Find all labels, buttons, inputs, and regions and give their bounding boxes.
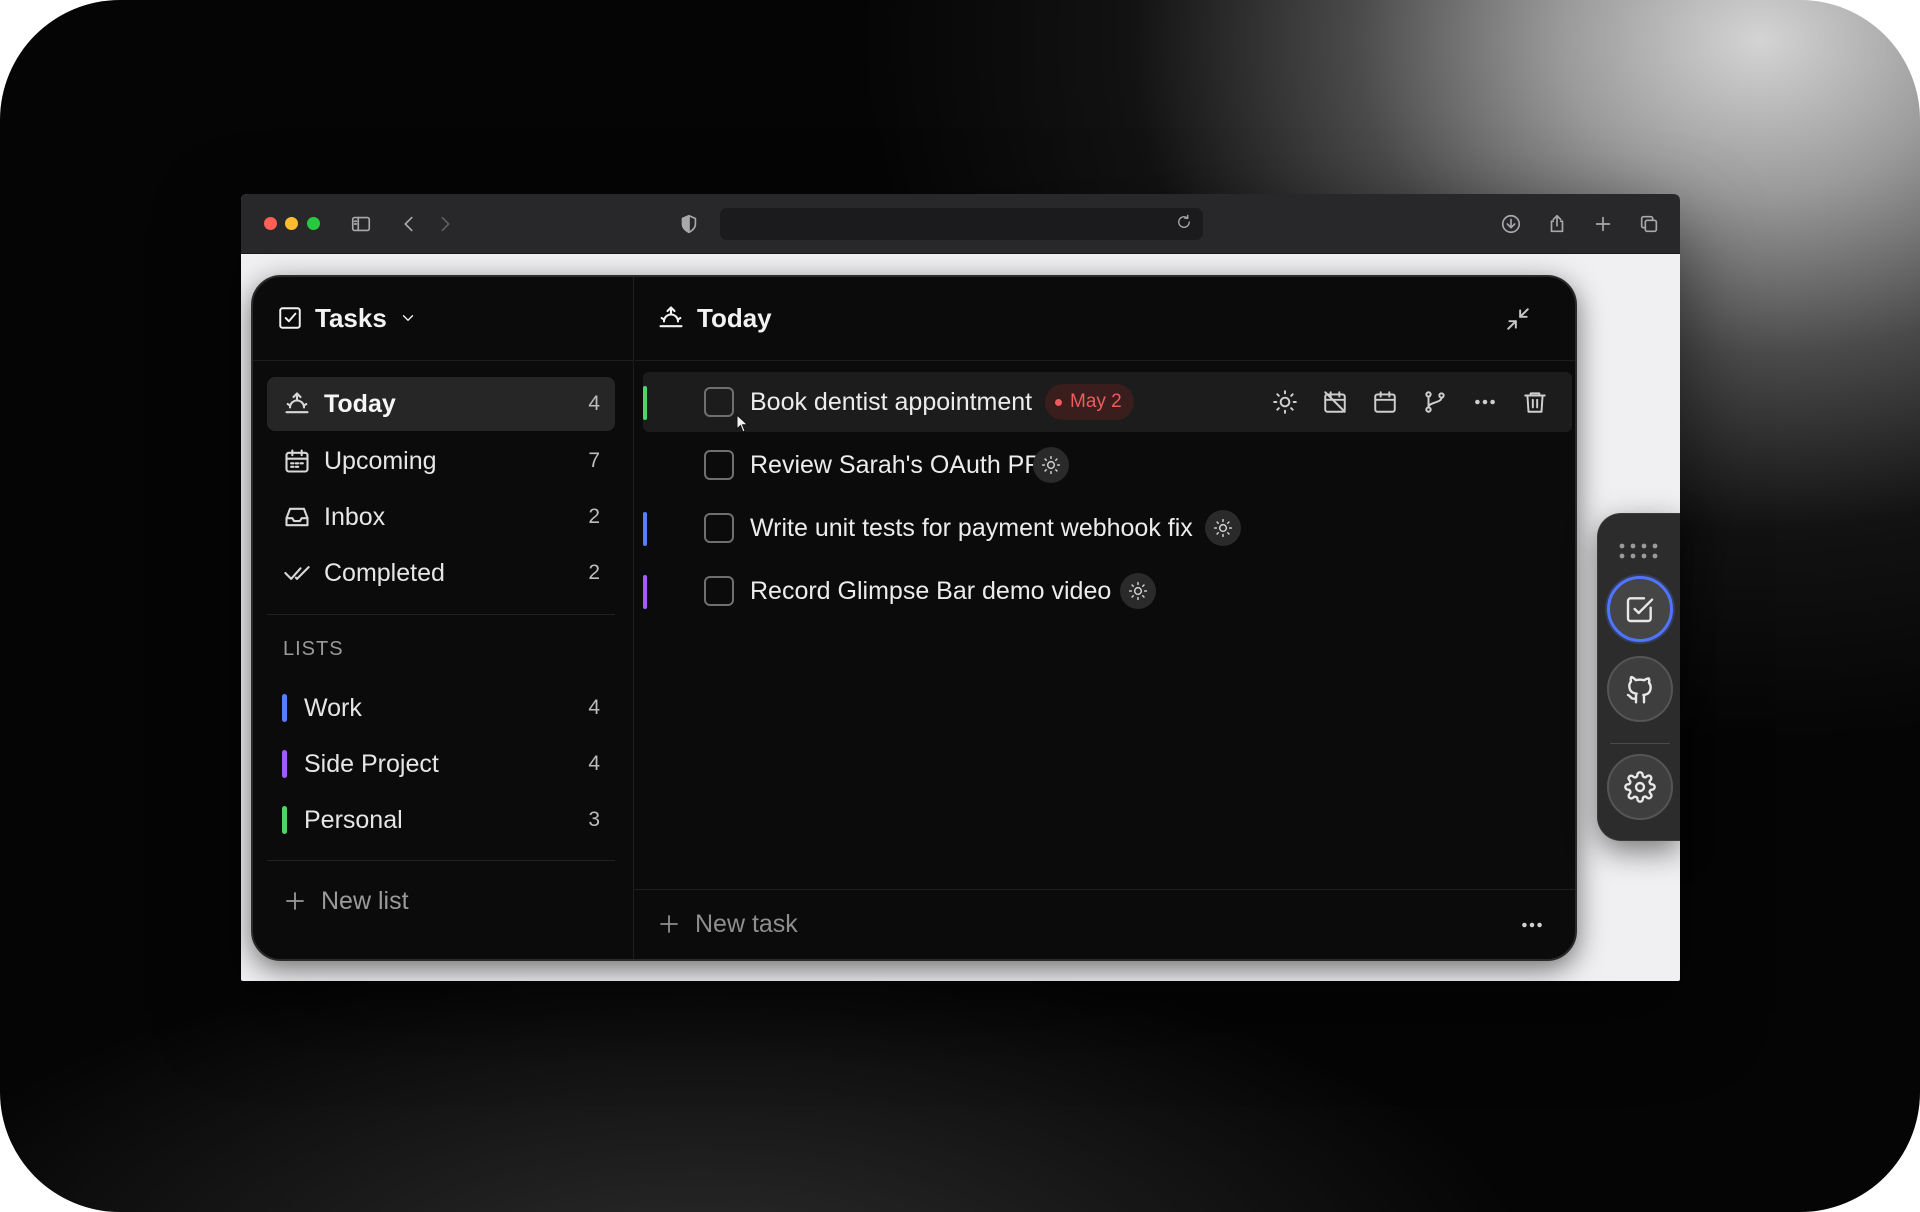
main-header: Today	[635, 277, 1575, 361]
back-icon[interactable]	[395, 210, 423, 238]
list-item-work[interactable]: Work 4	[267, 682, 615, 734]
due-dot	[1055, 398, 1062, 406]
today-badge[interactable]	[1205, 510, 1241, 546]
new-tab-icon[interactable]	[1589, 210, 1617, 238]
git-branch-icon[interactable]	[1420, 387, 1450, 417]
task-row[interactable]: Write unit tests for payment webhook fix	[643, 498, 1573, 558]
task-title[interactable]: Review Sarah's OAuth PR	[750, 451, 1042, 480]
new-task-input[interactable]: New task	[657, 906, 798, 942]
plus-icon	[657, 912, 681, 936]
mouse-cursor-icon	[736, 414, 749, 433]
task-checkbox[interactable]	[704, 387, 734, 417]
task-row[interactable]: Review Sarah's OAuth PR	[643, 435, 1573, 495]
task-title[interactable]: Record Glimpse Bar demo video	[750, 577, 1111, 606]
checkbox-icon	[1624, 593, 1656, 625]
downloads-icon[interactable]	[1497, 210, 1525, 238]
main-panel: Today Book dentist appointment May 2 Rev…	[635, 277, 1575, 959]
privacy-shield-icon[interactable]	[675, 210, 703, 238]
trash-icon[interactable]	[1520, 387, 1550, 417]
github-app-button[interactable]	[1607, 656, 1673, 722]
glimpse-divider	[1610, 743, 1670, 744]
due-date-badge[interactable]: May 2	[1045, 384, 1134, 420]
forward-icon[interactable]	[431, 210, 459, 238]
task-title[interactable]: Book dentist appointment	[750, 388, 1032, 417]
chevron-down-icon	[399, 309, 417, 327]
list-color-bar	[282, 806, 287, 834]
new-list-button[interactable]: New list	[283, 883, 409, 919]
collapse-icon[interactable]	[1503, 304, 1533, 334]
zoom-window-button[interactable]	[307, 217, 320, 230]
nav-item-today[interactable]: Today 4	[267, 377, 615, 431]
list-color-bar	[282, 750, 287, 778]
task-checkbox[interactable]	[704, 576, 734, 606]
double-check-icon	[282, 558, 312, 588]
task-actions	[1270, 386, 1550, 418]
nav-item-completed[interactable]: Completed 2	[267, 546, 615, 600]
sidebar-divider	[267, 860, 615, 861]
sun-icon	[1128, 581, 1148, 601]
task-list-accent	[643, 386, 647, 420]
minimize-window-button[interactable]	[285, 217, 298, 230]
list-item-personal[interactable]: Personal 3	[267, 794, 615, 846]
calendar-icon[interactable]	[1370, 387, 1400, 417]
reload-icon[interactable]	[1175, 213, 1197, 235]
sun-icon	[1041, 455, 1061, 475]
gear-icon	[1624, 771, 1656, 803]
browser-window: Tasks Today 4 Upcoming 7 Inbox 2 Complet…	[241, 194, 1680, 981]
today-badge[interactable]	[1120, 573, 1156, 609]
list-item-side-project[interactable]: Side Project 4	[267, 738, 615, 790]
share-icon[interactable]	[1543, 210, 1571, 238]
more-icon[interactable]	[1517, 910, 1547, 940]
sunrise-icon	[657, 304, 685, 332]
calendar-icon	[282, 446, 312, 476]
github-icon	[1624, 673, 1656, 705]
app-title: Tasks	[315, 302, 387, 333]
glimpse-bar	[1597, 513, 1680, 841]
sun-icon[interactable]	[1270, 387, 1300, 417]
inbox-icon	[282, 502, 312, 532]
sidebar-header: Tasks	[253, 277, 633, 361]
checkbox-icon	[277, 305, 303, 331]
sun-icon	[1213, 518, 1233, 538]
task-title[interactable]: Write unit tests for payment webhook fix	[750, 514, 1193, 543]
browser-toolbar	[241, 194, 1680, 254]
sidebar-toggle-icon[interactable]	[347, 210, 375, 238]
calendar-off-icon[interactable]	[1320, 387, 1350, 417]
sidebar: Tasks Today 4 Upcoming 7 Inbox 2 Complet…	[253, 277, 634, 959]
task-checkbox[interactable]	[704, 450, 734, 480]
task-list-accent	[643, 512, 647, 546]
more-icon[interactable]	[1470, 387, 1500, 417]
address-bar[interactable]	[720, 208, 1203, 240]
tab-overview-icon[interactable]	[1635, 210, 1663, 238]
app-switcher[interactable]: Tasks	[277, 302, 417, 334]
task-checkbox[interactable]	[704, 513, 734, 543]
sunrise-icon	[282, 389, 312, 419]
plus-icon	[283, 889, 307, 913]
settings-button[interactable]	[1607, 754, 1673, 820]
task-list-accent	[643, 575, 647, 609]
main-footer: New task	[635, 889, 1575, 959]
close-window-button[interactable]	[264, 217, 277, 230]
today-badge[interactable]	[1033, 447, 1069, 483]
list-color-bar	[282, 694, 287, 722]
nav-item-inbox[interactable]: Inbox 2	[267, 490, 615, 544]
lists-heading: LISTS	[283, 638, 344, 660]
tasks-app: Tasks Today 4 Upcoming 7 Inbox 2 Complet…	[251, 275, 1577, 961]
sidebar-divider	[267, 614, 615, 615]
page-title: Today	[657, 302, 772, 334]
nav-item-upcoming[interactable]: Upcoming 7	[267, 434, 615, 488]
tasks-app-button[interactable]	[1607, 576, 1673, 642]
drag-handle-icon[interactable]	[1619, 541, 1659, 561]
task-row[interactable]: Book dentist appointment May 2	[643, 372, 1572, 432]
task-row[interactable]: Record Glimpse Bar demo video	[643, 561, 1573, 621]
